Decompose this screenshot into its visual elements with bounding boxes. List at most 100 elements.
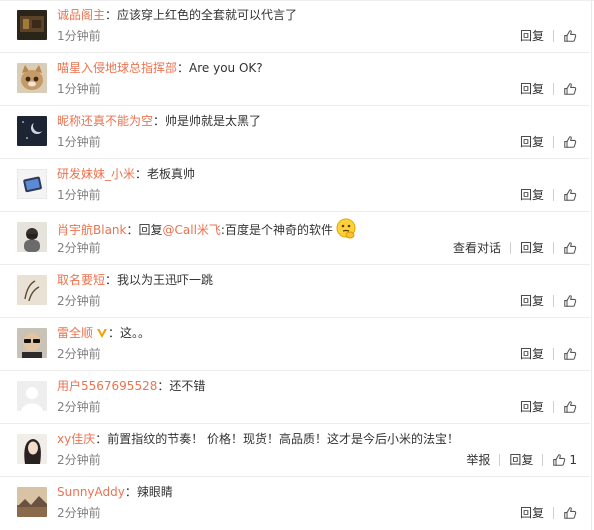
comment-text: ：应该穿上红色的全套就可以代言了 <box>105 8 298 22</box>
comment-actions: 查看对话 回复 <box>453 239 577 257</box>
reply-button[interactable]: 回复 <box>520 345 544 363</box>
comment-actions: 回复 <box>520 27 577 45</box>
username-link[interactable]: 喵星入侵地球总指挥部 <box>57 61 177 75</box>
like-button[interactable] <box>563 294 577 308</box>
avatar-person-photo[interactable] <box>17 222 47 252</box>
reply-button[interactable]: 回复 <box>520 504 544 522</box>
comment-time: 1分钟前 <box>57 29 101 43</box>
thumbs-up-icon <box>552 453 566 467</box>
comment-text: ：还不错 <box>157 379 206 393</box>
comment-time: 2分钟前 <box>57 241 101 255</box>
comment-item: xy佳庆：前置指纹的节奏！ 价格！现货！高品质！这才是今后小米的法宝！ 2分钟前 举… <box>0 424 590 477</box>
comment-item: 诚品阁主：应该穿上红色的全套就可以代言了 1分钟前 回复 <box>0 0 590 53</box>
action-separator <box>553 348 554 360</box>
username-link[interactable]: 昵称还真不能为空 <box>57 114 153 128</box>
action-separator <box>542 454 544 466</box>
action-separator <box>553 295 554 307</box>
avatar-landscape[interactable] <box>17 487 47 517</box>
thumbs-up-icon <box>563 82 577 96</box>
like-button[interactable]: 1 <box>552 451 577 469</box>
comment-actions: 回复 <box>520 133 577 151</box>
username-link[interactable]: 研发妹妹_小米 <box>57 167 135 181</box>
reply-button[interactable]: 回复 <box>520 27 544 45</box>
comment-line: xy佳庆：前置指纹的节奏！ 价格！现货！高品质！这才是今后小米的法宝！ <box>57 430 459 448</box>
comment-line: 肖宇航Blank：回复@Call米飞:百度是个神奇的软件 <box>57 218 357 245</box>
reply-button[interactable]: 回复 <box>520 133 544 151</box>
avatar-phone-photo[interactable] <box>17 169 47 199</box>
comment-line: 取名要短：我以为王迅吓一跳 <box>57 271 213 289</box>
thinking-emoji-icon <box>335 218 357 245</box>
report-button[interactable]: 举报 <box>466 451 490 469</box>
reply-button[interactable]: 回复 <box>520 292 544 310</box>
comment-time: 2分钟前 <box>57 294 101 308</box>
reply-button[interactable]: 回复 <box>520 239 544 257</box>
action-separator <box>553 83 554 95</box>
like-button[interactable] <box>563 82 577 96</box>
comment-text: ：辣眼睛 <box>124 485 173 499</box>
comment-time: 2分钟前 <box>57 506 101 520</box>
thumbs-up-icon <box>563 135 577 149</box>
comment-item: 昵称还真不能为空：帅是帅就是太黑了 1分钟前 回复 <box>0 106 590 159</box>
username-link[interactable]: 用户5567695528 <box>57 379 157 393</box>
thumbs-up-icon <box>563 294 577 308</box>
reply-button[interactable]: 回复 <box>509 451 533 469</box>
comment-item: 雷全顺 ：这。。 2分钟前 回复 <box>0 318 590 371</box>
action-separator <box>553 507 554 519</box>
comment-actions: 回复 <box>520 292 577 310</box>
reply-button[interactable]: 回复 <box>520 80 544 98</box>
comment-item: 取名要短：我以为王迅吓一跳 2分钟前 回复 <box>0 265 590 318</box>
comment-line: 雷全顺 ：这。。 <box>57 324 150 344</box>
comment-time: 2分钟前 <box>57 347 101 361</box>
mention-link[interactable]: @Call米飞 <box>163 223 221 237</box>
comment-line: 诚品阁主：应该穿上红色的全套就可以代言了 <box>57 6 297 24</box>
like-button[interactable] <box>563 347 577 361</box>
like-button[interactable] <box>563 400 577 414</box>
view-conversation-button[interactable]: 查看对话 <box>453 239 501 257</box>
comment-line: 喵星入侵地球总指挥部：Are you OK? <box>57 59 263 77</box>
avatar-cat-photo[interactable] <box>17 63 47 93</box>
comment-line: SunnyAddy：辣眼睛 <box>57 483 173 501</box>
avatar-default[interactable] <box>17 381 47 411</box>
username-link[interactable]: 肖宇航Blank <box>57 223 126 237</box>
username-link[interactable]: 诚品阁主 <box>57 8 105 22</box>
like-button[interactable] <box>563 188 577 202</box>
comment-text: ：我以为王迅吓一跳 <box>105 273 214 287</box>
username-link[interactable]: SunnyAddy <box>57 485 125 499</box>
action-separator <box>553 30 554 42</box>
avatar-sunglasses[interactable] <box>17 328 47 358</box>
avatar-night-sky[interactable] <box>17 116 47 146</box>
avatar-dark-photo[interactable] <box>17 10 47 40</box>
comment-item: 肖宇航Blank：回复@Call米飞:百度是个神奇的软件 2分钟前 查看对话 回复 <box>0 212 590 265</box>
comment-item: 喵星入侵地球总指挥部：Are you OK? 1分钟前 回复 <box>0 53 590 106</box>
reply-button[interactable]: 回复 <box>520 186 544 204</box>
comment-time: 2分钟前 <box>57 400 101 414</box>
comment-prefix: ：回复 <box>126 223 163 237</box>
like-button[interactable] <box>563 241 577 255</box>
username-link[interactable]: 取名要短 <box>57 273 105 287</box>
action-separator <box>553 189 554 201</box>
comment-text: ：老板真帅 <box>135 167 196 181</box>
thumbs-up-icon <box>563 400 577 414</box>
like-button[interactable] <box>563 506 577 520</box>
action-separator <box>499 454 501 466</box>
reply-button[interactable]: 回复 <box>520 398 544 416</box>
comment-time: 1分钟前 <box>57 188 101 202</box>
comment-text: :百度是个神奇的软件 <box>220 223 333 237</box>
action-separator <box>553 136 554 148</box>
comment-line: 昵称还真不能为空：帅是帅就是太黑了 <box>57 112 261 130</box>
avatar-sketch[interactable] <box>17 275 47 305</box>
action-separator <box>553 401 554 413</box>
like-button[interactable] <box>563 29 577 43</box>
thumbs-up-icon <box>563 347 577 361</box>
username-link[interactable]: xy佳庆 <box>57 432 95 446</box>
comment-time: 2分钟前 <box>57 453 101 467</box>
comment-list: 诚品阁主：应该穿上红色的全套就可以代言了 1分钟前 回复 喵星入侵地球总指挥部：Are… <box>0 0 590 530</box>
username-link[interactable]: 雷全顺 <box>57 326 93 340</box>
like-button[interactable] <box>563 135 577 149</box>
action-separator <box>553 242 554 254</box>
comment-line: 用户5567695528：还不错 <box>57 377 205 395</box>
avatar-woman-photo[interactable] <box>17 434 47 464</box>
comment-text: ：前置指纹的节奏！ 价格！现货！高品质！这才是今后小米的法宝！ <box>95 432 460 446</box>
comment-actions: 回复 <box>520 80 577 98</box>
comment-item: 用户5567695528：还不错 2分钟前 回复 <box>0 371 590 424</box>
